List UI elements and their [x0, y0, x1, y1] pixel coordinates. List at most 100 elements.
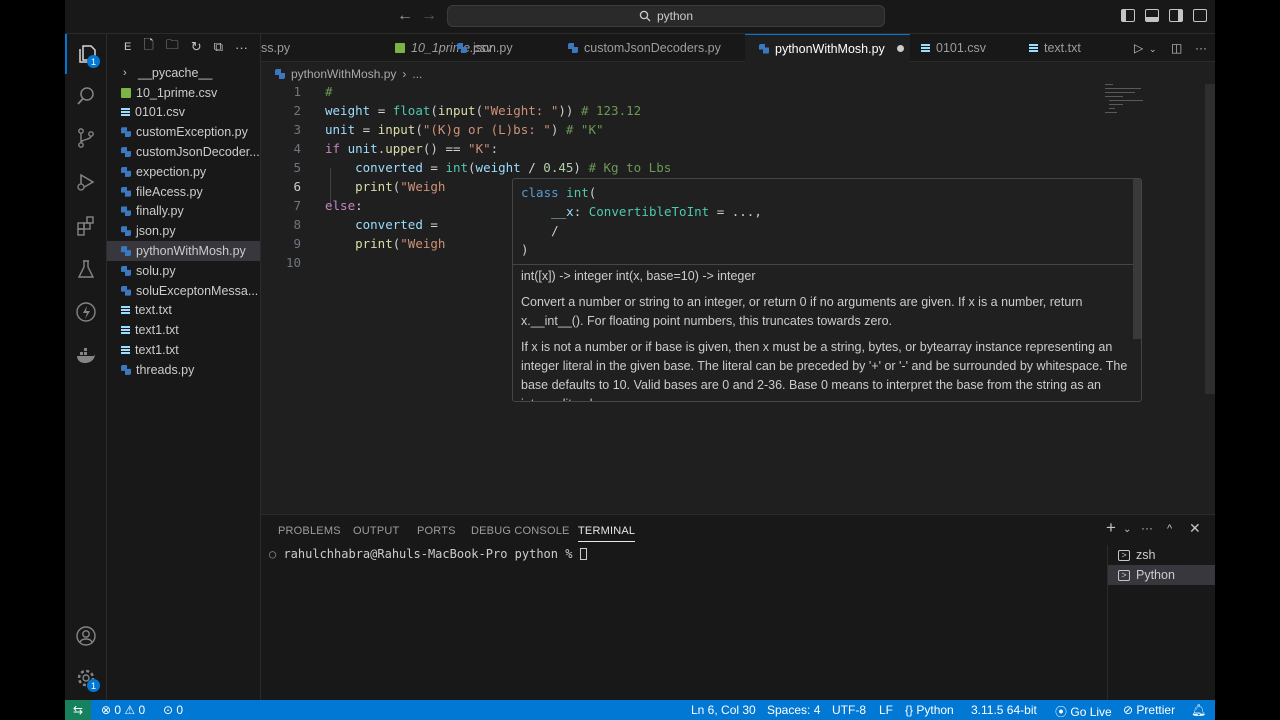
tab-json-py[interactable]: json.py [457, 34, 513, 62]
terminal-item-label: zsh [1136, 548, 1156, 562]
tab-0101-csv[interactable]: 0101.csv [921, 34, 986, 62]
run-debug-icon [77, 173, 95, 191]
customize-layout-icon[interactable] [1193, 9, 1207, 22]
unsaved-dot-icon[interactable] [896, 45, 904, 52]
file-tree-item[interactable]: 0101.csv [107, 103, 260, 123]
csv-file-icon [921, 44, 930, 52]
python-file-icon [457, 43, 467, 53]
code-line-3: unit = input("(K)g or (L)bs: ") # "K" [325, 122, 604, 137]
file-tree-item[interactable]: customException.py [107, 122, 260, 142]
testing-activity[interactable] [65, 249, 107, 289]
live-share-activity[interactable] [65, 292, 107, 332]
file-tree-label: customJsonDecoder... [136, 145, 260, 160]
run-debug-activity[interactable] [65, 162, 107, 202]
language-status[interactable]: {} Python [905, 703, 954, 717]
file-tree-item[interactable]: text.txt [107, 301, 260, 321]
file-tree-item[interactable]: expection.py [107, 162, 260, 182]
line-number: 1 [293, 84, 301, 99]
interpreter-status[interactable]: 3.11.5 64-bit [971, 703, 1037, 717]
extensions-activity[interactable] [65, 206, 107, 246]
file-tree-item[interactable]: › __pycache__ [107, 63, 260, 83]
file-tree-item[interactable]: text1.txt [107, 340, 260, 360]
run-dropdown-chevron-icon[interactable]: ⌄ [1149, 44, 1157, 55]
docker-activity[interactable] [65, 336, 107, 376]
file-tree-item[interactable]: customJsonDecoder... [107, 142, 260, 162]
file-tree-item[interactable]: finally.py [107, 202, 260, 222]
file-tree-item[interactable]: json.py [107, 221, 260, 241]
new-terminal-icon[interactable]: + [1106, 518, 1116, 538]
run-python-file-icon[interactable]: ▷ [1134, 41, 1143, 55]
editor-tabs: ss.py 10_1prime.csv json.py customJsonDe… [261, 34, 1215, 62]
indentation-status[interactable]: Spaces: 4 [767, 703, 820, 717]
tab-ports[interactable]: PORTS [417, 525, 456, 537]
refresh-icon[interactable]: ↻ [191, 39, 202, 55]
manage-activity[interactable]: 1 [65, 658, 107, 698]
code-line-1: # [325, 84, 333, 99]
more-actions-icon[interactable]: ··· [235, 40, 248, 55]
eol-status[interactable]: LF [879, 703, 893, 717]
editor-scrollbar[interactable] [1205, 84, 1215, 394]
hover-doc-paragraph-1: Convert a number or string to an integer… [521, 295, 1083, 328]
file-tree-item[interactable]: soluExceptonMessa... [107, 281, 260, 301]
text-file-icon [121, 346, 130, 355]
file-tree-label: __pycache__ [138, 65, 213, 80]
ports-status[interactable]: ⊙ 0 [163, 703, 183, 717]
tab-pythonwithmosh-py[interactable]: pythonWithMosh.py [745, 34, 910, 62]
cursor-position[interactable]: Ln 6, Col 30 [691, 703, 756, 717]
file-tree-item[interactable]: solu.py [107, 261, 260, 281]
tab-text-txt[interactable]: text.txt [1029, 34, 1081, 62]
command-center-search[interactable]: python [447, 5, 885, 27]
tab-terminal[interactable]: TERMINAL [578, 525, 636, 542]
forward-arrow-icon[interactable]: → [421, 7, 437, 25]
terminal-prompt-line[interactable]: ○ rahulchhabra@Rahuls-MacBook-Pro python… [269, 547, 587, 561]
python-file-icon [121, 364, 131, 375]
toggle-panel-icon[interactable] [1145, 9, 1159, 22]
file-tree-item[interactable]: pythonWithMosh.py [107, 241, 260, 261]
prettier-check-icon: ⊘ [1123, 703, 1134, 717]
go-live-status[interactable]: ⦿ Go Live [1055, 703, 1112, 720]
file-tree-item[interactable]: fileAcess.py [107, 182, 260, 202]
editor-more-actions-icon[interactable]: ··· [1195, 41, 1207, 55]
panel-more-actions-icon[interactable]: ··· [1141, 521, 1153, 535]
terminal-cursor [579, 548, 587, 560]
terminal-item-zsh[interactable]: > zsh [1108, 545, 1215, 565]
split-editor-icon[interactable]: ◫ [1171, 41, 1182, 55]
hover-scrollbar[interactable] [1133, 179, 1141, 339]
back-arrow-icon[interactable]: ← [397, 7, 413, 25]
python-file-icon [121, 285, 131, 296]
minimap[interactable] [1105, 84, 1165, 114]
accounts-activity[interactable] [65, 616, 107, 656]
toggle-secondary-sidebar-icon[interactable] [1169, 9, 1183, 22]
tab-output[interactable]: OUTPUT [353, 525, 399, 537]
problems-status[interactable]: ⊗ 0 ⚠ 0 [101, 703, 145, 717]
toggle-sidebar-icon[interactable] [1121, 9, 1135, 22]
breadcrumb-file[interactable]: pythonWithMosh.py [291, 67, 396, 81]
tab-debug-console[interactable]: DEBUG CONSOLE [471, 525, 570, 537]
terminal-dropdown-chevron-icon[interactable]: ⌄ [1123, 524, 1131, 535]
terminal-item-python[interactable]: > Python [1108, 565, 1215, 585]
notifications-bell-icon[interactable]: 🔔︎ [1191, 703, 1206, 717]
encoding-status[interactable]: UTF-8 [832, 703, 866, 717]
file-tree-item[interactable]: 10_1prime.csv [107, 83, 260, 103]
new-folder-icon[interactable]: 🗀 [166, 36, 179, 58]
tab-10-1prime-csv[interactable]: 10_1prime.csv [325, 34, 492, 62]
maximize-panel-icon[interactable]: ^ [1167, 523, 1172, 535]
breadcrumb-more[interactable]: ... [412, 67, 422, 81]
file-tree-item[interactable]: threads.py [107, 360, 260, 380]
collapse-all-icon[interactable]: ⧉ [214, 39, 223, 55]
prettier-status[interactable]: ⊘ Prettier [1123, 703, 1175, 717]
tab-problems[interactable]: PROBLEMS [278, 525, 341, 537]
search-activity[interactable] [65, 76, 107, 116]
remote-indicator[interactable]: ⇆ [65, 700, 91, 720]
source-control-activity[interactable] [65, 118, 107, 158]
prettier-label: Prettier [1136, 703, 1176, 717]
tab-customjsondecoders-py[interactable]: customJsonDecoders.py [568, 34, 721, 62]
close-panel-icon[interactable]: ✕ [1189, 520, 1201, 537]
file-tree-label: customException.py [136, 125, 248, 140]
hover-doc-paragraph-2: If x is not a number or if base is given… [521, 340, 1128, 401]
explorer-activity[interactable]: 1 [65, 34, 107, 74]
file-tree-item[interactable]: text1.txt [107, 320, 260, 340]
new-file-icon[interactable]: 🗋 [143, 36, 153, 58]
tab-exception-py[interactable]: ss.py [261, 34, 319, 62]
status-bar: ⇆ ⊗ 0 ⚠ 0 ⊙ 0 Ln 6, Col 30 Spaces: 4 UTF… [65, 700, 1215, 720]
